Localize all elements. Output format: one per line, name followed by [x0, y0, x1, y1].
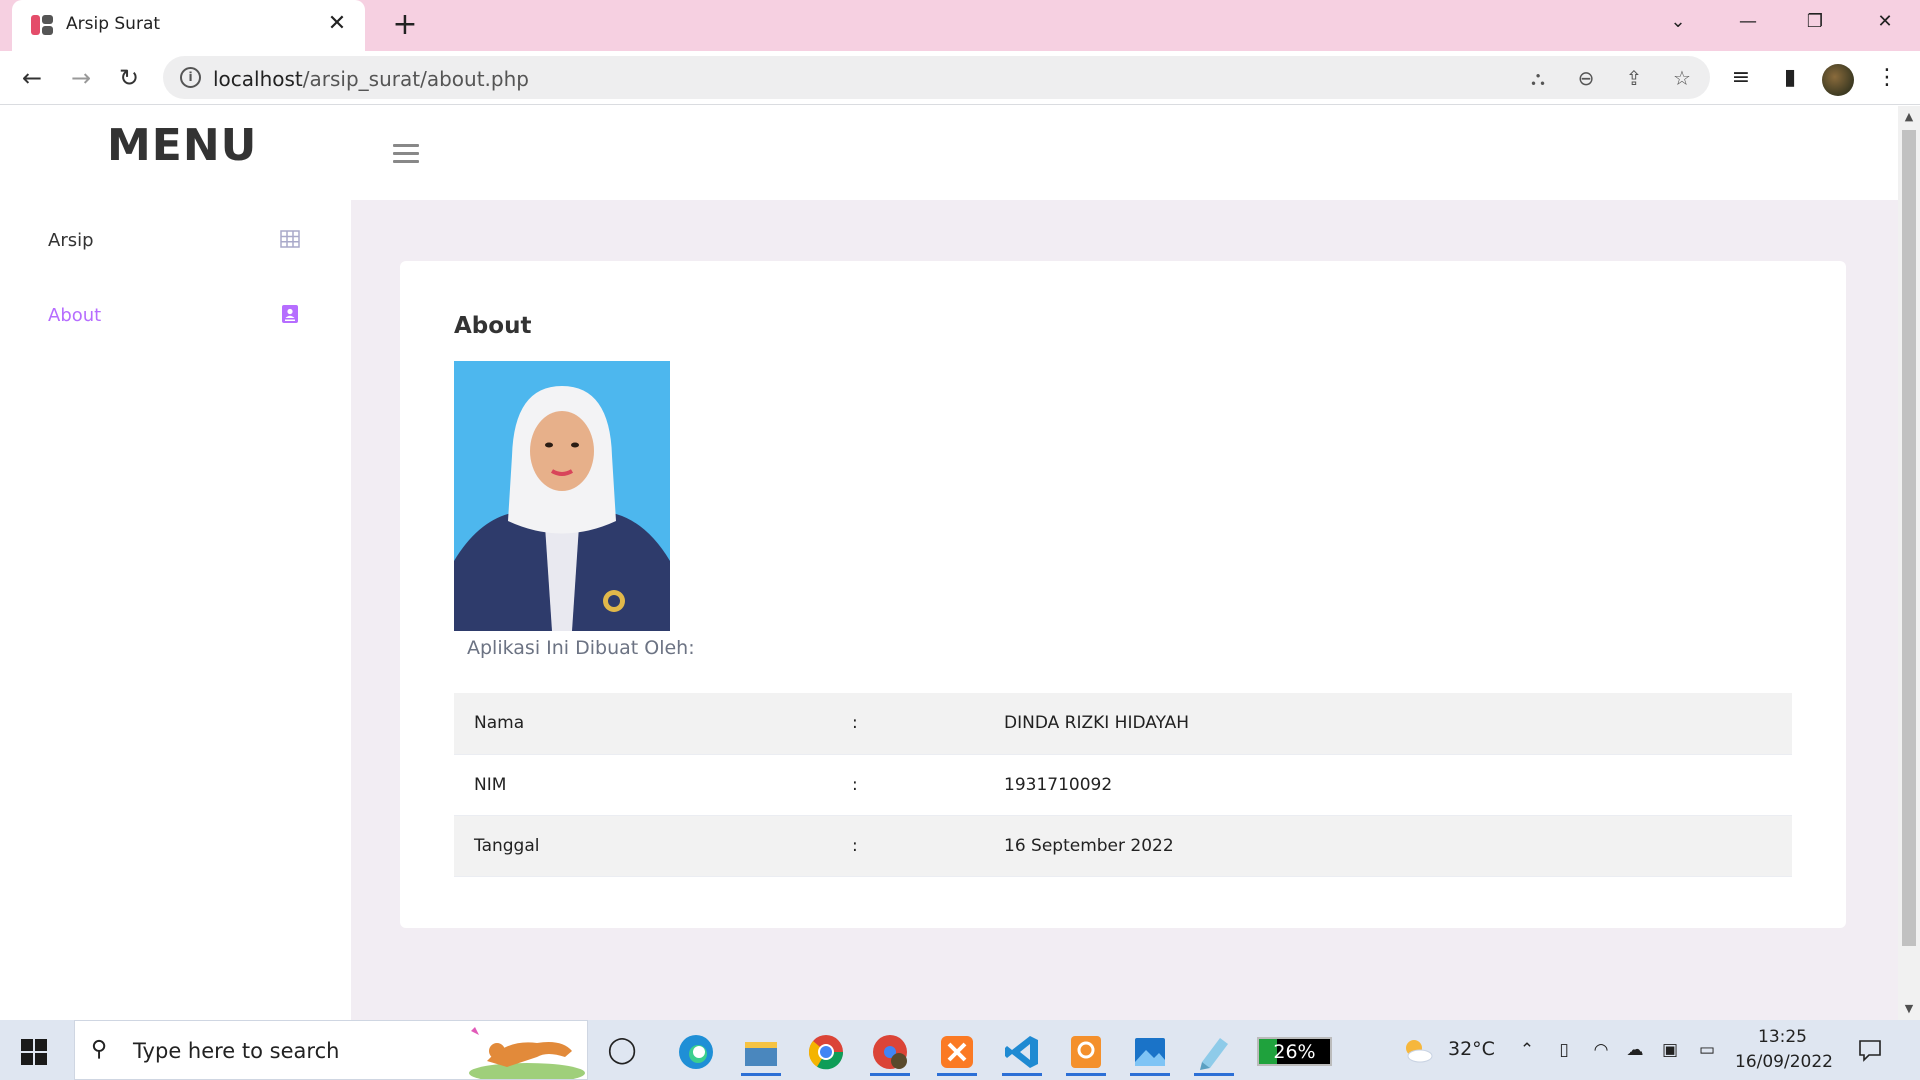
edge-browser-icon[interactable]: [672, 1028, 720, 1076]
temperature-text[interactable]: 32°C: [1448, 1038, 1495, 1060]
browser-menu-icon[interactable]: ⋮: [1872, 63, 1902, 93]
system-clock[interactable]: 13:25 16/09/2022: [1735, 1025, 1833, 1075]
main-content: About Aplikasi Ini Dibuat Oleh: Nama: D…: [351, 200, 1898, 1020]
clock-time: 13:25: [1758, 1027, 1807, 1047]
scroll-down-icon[interactable]: ▼: [1898, 1000, 1920, 1018]
notification-center-icon[interactable]: [1857, 1037, 1883, 1063]
sidebar-item-about[interactable]: About: [0, 291, 351, 341]
notepad-icon[interactable]: [1190, 1028, 1238, 1076]
scroll-up-icon[interactable]: ▲: [1898, 108, 1920, 126]
battery-meter-widget[interactable]: 26%: [1257, 1037, 1332, 1066]
browser-tab-strip: Arsip Surat ✕ + ⌄ — ❐ ✕: [0, 0, 1920, 51]
display-icon[interactable]: ▣: [1659, 1039, 1681, 1061]
back-arrow-icon[interactable]: ←: [15, 61, 49, 95]
xampp-icon[interactable]: [933, 1028, 981, 1076]
weather-partly-cloudy-icon[interactable]: [1400, 1036, 1434, 1064]
web-page: MENU Arsip About About Aplikasi Ini Dibu…: [0, 106, 1898, 1020]
tab-title: Arsip Surat: [66, 14, 161, 34]
row-label: Tanggal: [474, 835, 540, 856]
chrome-icon[interactable]: [802, 1028, 850, 1076]
app-favicon-icon: [31, 15, 53, 35]
battery-percent: 26%: [1273, 1041, 1316, 1063]
vscode-icon[interactable]: [998, 1028, 1046, 1076]
media-control-icon[interactable]: ≡: [1726, 63, 1756, 93]
url-text[interactable]: localhost/arsip_surat/about.php: [213, 67, 529, 91]
photos-icon[interactable]: [1126, 1028, 1174, 1076]
reload-icon[interactable]: ↻: [112, 61, 146, 95]
search-placeholder: Type here to search: [133, 1039, 340, 1063]
row-value: 1931710092: [1004, 774, 1113, 795]
table-row: Nama : DINDA RIZKI HIDAYAH: [454, 693, 1792, 754]
side-panel-icon[interactable]: ▮: [1775, 63, 1805, 93]
profile-avatar[interactable]: [1822, 64, 1854, 96]
share-icon[interactable]: ⇪: [1621, 65, 1647, 91]
profile-photo: [454, 361, 670, 631]
table-row: Tanggal : 16 September 2022: [454, 815, 1792, 876]
new-tab-icon[interactable]: +: [390, 10, 420, 41]
battery-icon[interactable]: ▭: [1696, 1039, 1718, 1061]
onedrive-cloud-icon[interactable]: ☁: [1624, 1039, 1646, 1061]
about-card: About Aplikasi Ini Dibuat Oleh: Nama: D…: [400, 261, 1846, 928]
author-info-table: Nama : DINDA RIZKI HIDAYAH NIM : 1931710…: [454, 693, 1792, 877]
minimize-icon[interactable]: —: [1718, 0, 1778, 44]
row-separator: :: [852, 774, 858, 795]
row-value: DINDA RIZKI HIDAYAH: [1004, 713, 1190, 734]
tab-close-icon[interactable]: ✕: [325, 12, 349, 36]
card-title: About: [454, 313, 532, 339]
windows-taskbar: ⚲ Type here to search ◯ 26% 32°C ⌃ ▯ ◠ ☁…: [0, 1020, 1920, 1080]
sidebar-item-label: Arsip: [48, 230, 94, 251]
page-scrollbar[interactable]: ▲ ▼: [1898, 106, 1920, 1020]
windows-start-icon[interactable]: [21, 1039, 47, 1065]
sidebar-item-label: About: [48, 305, 102, 326]
zoom-out-icon[interactable]: ⊖: [1573, 65, 1599, 91]
table-row: NIM : 1931710092: [454, 754, 1792, 815]
sidebar: MENU Arsip About: [0, 106, 351, 1020]
taskbar-search-box[interactable]: ⚲ Type here to search: [74, 1020, 588, 1080]
meet-now-icon[interactable]: ▯: [1553, 1039, 1575, 1061]
row-separator: :: [852, 835, 858, 856]
row-label: NIM: [474, 774, 507, 795]
row-value: 16 September 2022: [1004, 835, 1174, 856]
tab-search-chevron-icon[interactable]: ⌄: [1648, 0, 1708, 44]
file-explorer-icon[interactable]: [737, 1028, 785, 1076]
sidebar-item-arsip[interactable]: Arsip: [0, 216, 351, 266]
close-window-icon[interactable]: ✕: [1855, 0, 1915, 44]
forward-arrow-icon[interactable]: →: [64, 61, 98, 95]
address-bar[interactable]: i localhost/arsip_surat/about.php ⛬ ⊖ ⇪ …: [163, 56, 1710, 99]
bookmark-star-icon[interactable]: ☆: [1669, 65, 1695, 91]
grid-icon: [280, 230, 300, 248]
wifi-icon[interactable]: ◠: [1590, 1039, 1612, 1061]
scroll-thumb[interactable]: [1902, 130, 1916, 946]
clock-date: 16/09/2022: [1735, 1052, 1833, 1072]
restore-icon[interactable]: ❐: [1785, 0, 1845, 44]
browser-toolbar: ← → ↻ i localhost/arsip_surat/about.php …: [0, 51, 1920, 105]
pdf-reader-icon[interactable]: [1062, 1028, 1110, 1076]
chrome-profile-icon[interactable]: [866, 1028, 914, 1076]
site-info-icon[interactable]: i: [180, 67, 201, 88]
task-view-icon[interactable]: ◯: [598, 1028, 646, 1076]
sidebar-brand: MENU: [107, 120, 258, 171]
hamburger-menu-icon[interactable]: [393, 144, 419, 164]
search-highlight-art-icon: [469, 1027, 585, 1079]
row-separator: :: [852, 713, 858, 734]
chevron-up-icon[interactable]: ⌃: [1516, 1039, 1538, 1061]
browser-tab[interactable]: Arsip Surat ✕: [12, 0, 365, 51]
credit-caption: Aplikasi Ini Dibuat Oleh:: [467, 637, 695, 659]
translate-icon[interactable]: ⛬: [1525, 65, 1551, 91]
contact-card-icon: [282, 305, 298, 323]
row-label: Nama: [474, 713, 525, 734]
search-icon: ⚲: [91, 1037, 108, 1062]
